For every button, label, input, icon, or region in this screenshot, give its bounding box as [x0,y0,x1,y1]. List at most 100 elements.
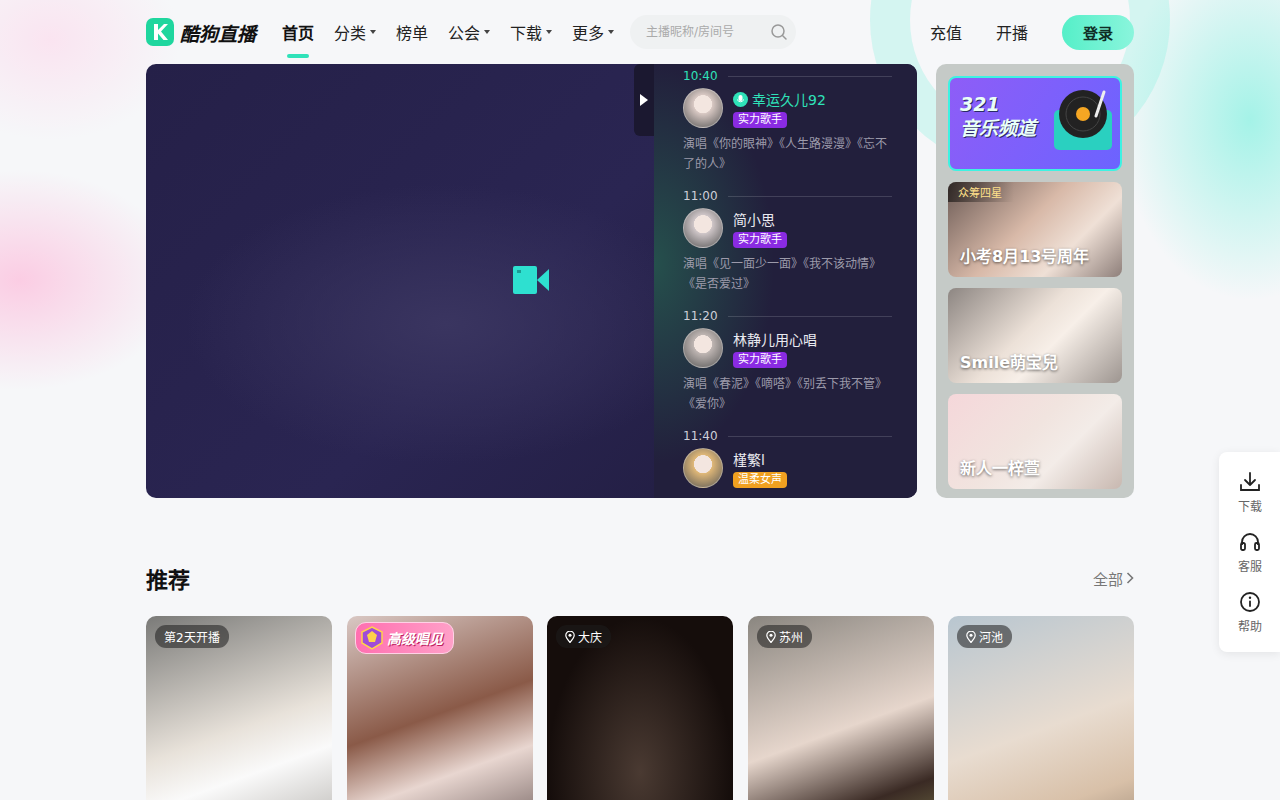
schedule-time-row: 11:20 [683,308,892,324]
schedule-head: 林静儿用心唱实力歌手 [683,328,892,368]
nav-item[interactable]: 更多 [572,14,614,50]
toolbar-item[interactable]: 下载 [1238,470,1262,514]
badge-text: 苏州 [779,628,803,645]
toolbar-label: 下载 [1238,497,1262,514]
video-camera-icon [513,266,549,294]
schedule-time: 11:00 [683,189,718,203]
nav-label: 榜单 [396,20,428,44]
location-pin-icon [565,631,575,643]
anchor-avatar[interactable] [683,88,723,128]
floating-toolbar: 下载客服帮助 [1219,452,1280,652]
logo[interactable]: 酷狗直播 [146,18,256,46]
schedule-item[interactable]: 11:40 槿繁l 温柔女声 [683,428,892,498]
schedule-item[interactable]: 11:20 林静儿用心唱实力歌手演唱《春泥》《嘀嗒》《别丢下我不管》《爱你》 [683,308,892,428]
video-player[interactable]: 10:40幸运久儿92实力歌手演唱《你的眼神》《人生路漫漫》《忘不了的人》11:… [146,64,917,498]
featured-rooms: 321音乐频道众筹四星小考8月13号周年 Smile萌宝兒新人一梓萱 [936,64,1134,498]
room-badge: 苏州 [757,625,812,648]
top-bar: 酷狗直播首页分类 榜单公会下载 更多 充值 开播 登录 [146,0,1134,64]
song-list: 演唱《春泥》《嘀嗒》《别丢下我不管》《爱你》 [683,374,893,414]
anchor-tag: 温柔女声 [733,472,787,488]
service-icon [1238,530,1262,554]
location-pin-icon [966,631,976,643]
badge-text: 河池 [979,628,1003,645]
badge-text: 第2天开播 [164,628,220,645]
live-room-card[interactable]: 高级唱见 [347,616,533,800]
song-list: 演唱《你的眼神》《人生路漫漫》《忘不了的人》 [683,134,893,174]
nav-item[interactable]: 公会 [448,14,490,50]
toolbar-label: 客服 [1238,557,1262,574]
main-nav: 首页分类 榜单公会下载 更多 [282,14,614,50]
header-actions: 充值 开播 登录 [930,15,1134,50]
anchor-tag: 实力歌手 [733,352,787,368]
anchor-name[interactable]: 幸运久儿92 [752,89,826,109]
logo-text: 酷狗直播 [180,19,256,46]
room-title: Smile萌宝兒 [960,349,1058,373]
live-room-card[interactable]: 第2天开播 [146,616,332,800]
schedule-info: 幸运久儿92实力歌手 [733,88,826,128]
time-divider [728,436,892,437]
schedule-head: 幸运久儿92实力歌手 [683,88,892,128]
anchor-avatar[interactable] [683,208,723,248]
header-link[interactable]: 充值 [930,20,962,44]
schedule-info: 槿繁l 温柔女声 [733,448,787,488]
vinyl-record-icon [1052,86,1114,152]
dropdown-caret-icon [484,30,490,34]
anchor-avatar[interactable] [683,328,723,368]
anchor-name-row: 槿繁l [733,449,787,469]
schedule-time-row: 11:00 [683,188,892,204]
play-arrow-icon [640,94,648,106]
nav-item[interactable]: 首页 [282,14,314,50]
nav-label: 更多 [572,20,604,44]
help-icon [1238,590,1262,614]
toolbar-item[interactable]: 客服 [1238,530,1262,574]
schedule-item[interactable]: 10:40 幸运久儿92实力歌手演唱《你的眼神》《人生路漫漫》《忘不了的人》 [683,68,892,188]
time-divider [728,316,892,317]
nav-item[interactable]: 榜单 [396,14,428,50]
live-room-card[interactable]: 大庆 [547,616,733,800]
schedule-info: 简小思实力歌手 [733,208,787,248]
dropdown-caret-icon [370,30,376,34]
anchor-name-row: 简小思 [733,209,787,229]
nav-item[interactable]: 下载 [510,14,552,50]
recommend-header: 推荐 全部 [146,562,1134,594]
anchor-name[interactable]: 林静儿用心唱 [733,329,817,349]
nav-label: 下载 [510,20,542,44]
toolbar-label: 帮助 [1238,617,1262,634]
room-badge: 大庆 [556,625,611,648]
song-list: 演唱《见一面少一面》《我不该动情》《是否爱过》 [683,254,893,294]
schedule-item[interactable]: 11:00 简小思实力歌手演唱《见一面少一面》《我不该动情》《是否爱过》 [683,188,892,308]
active-underline [287,54,309,58]
room-badge: 众筹四星 [948,182,1014,202]
live-room-card[interactable]: 苏州 [748,616,934,800]
dropdown-caret-icon [546,30,552,34]
view-all-label: 全部 [1093,568,1123,589]
chevron-right-icon [1126,572,1134,584]
room-title: 小考8月13号周年 [960,243,1089,267]
live-room-card[interactable]: 河池 [948,616,1134,800]
anchor-tag: 实力歌手 [733,232,787,248]
anchor-name[interactable]: 槿繁l [733,449,765,469]
nav-item[interactable]: 分类 [334,14,376,50]
nav-label: 分类 [334,20,366,44]
search-box [630,15,796,49]
schedule-time-row: 11:40 [683,428,892,444]
collapse-toggle[interactable] [634,64,654,136]
room-badge: 高级唱见 [355,622,454,654]
view-all-link[interactable]: 全部 [1093,568,1134,589]
room-card[interactable]: 新人一梓萱 [948,394,1122,489]
badge-text: 大庆 [578,628,602,645]
room-badge: 河池 [957,625,1012,648]
login-button[interactable]: 登录 [1062,15,1134,50]
toolbar-item[interactable]: 帮助 [1238,590,1262,634]
anchor-avatar[interactable] [683,448,723,488]
room-card[interactable]: 众筹四星小考8月13号周年 [948,182,1122,277]
time-divider [728,76,892,77]
music-channel-banner[interactable]: 321音乐频道 [948,76,1122,171]
anchor-name[interactable]: 简小思 [733,209,775,229]
room-card[interactable]: Smile萌宝兒 [948,288,1122,383]
section-title: 推荐 [146,562,190,594]
search-input[interactable] [646,25,770,39]
room-title: 新人一梓萱 [960,455,1040,479]
schedule-time-row: 10:40 [683,68,892,84]
header-link[interactable]: 开播 [996,20,1028,44]
